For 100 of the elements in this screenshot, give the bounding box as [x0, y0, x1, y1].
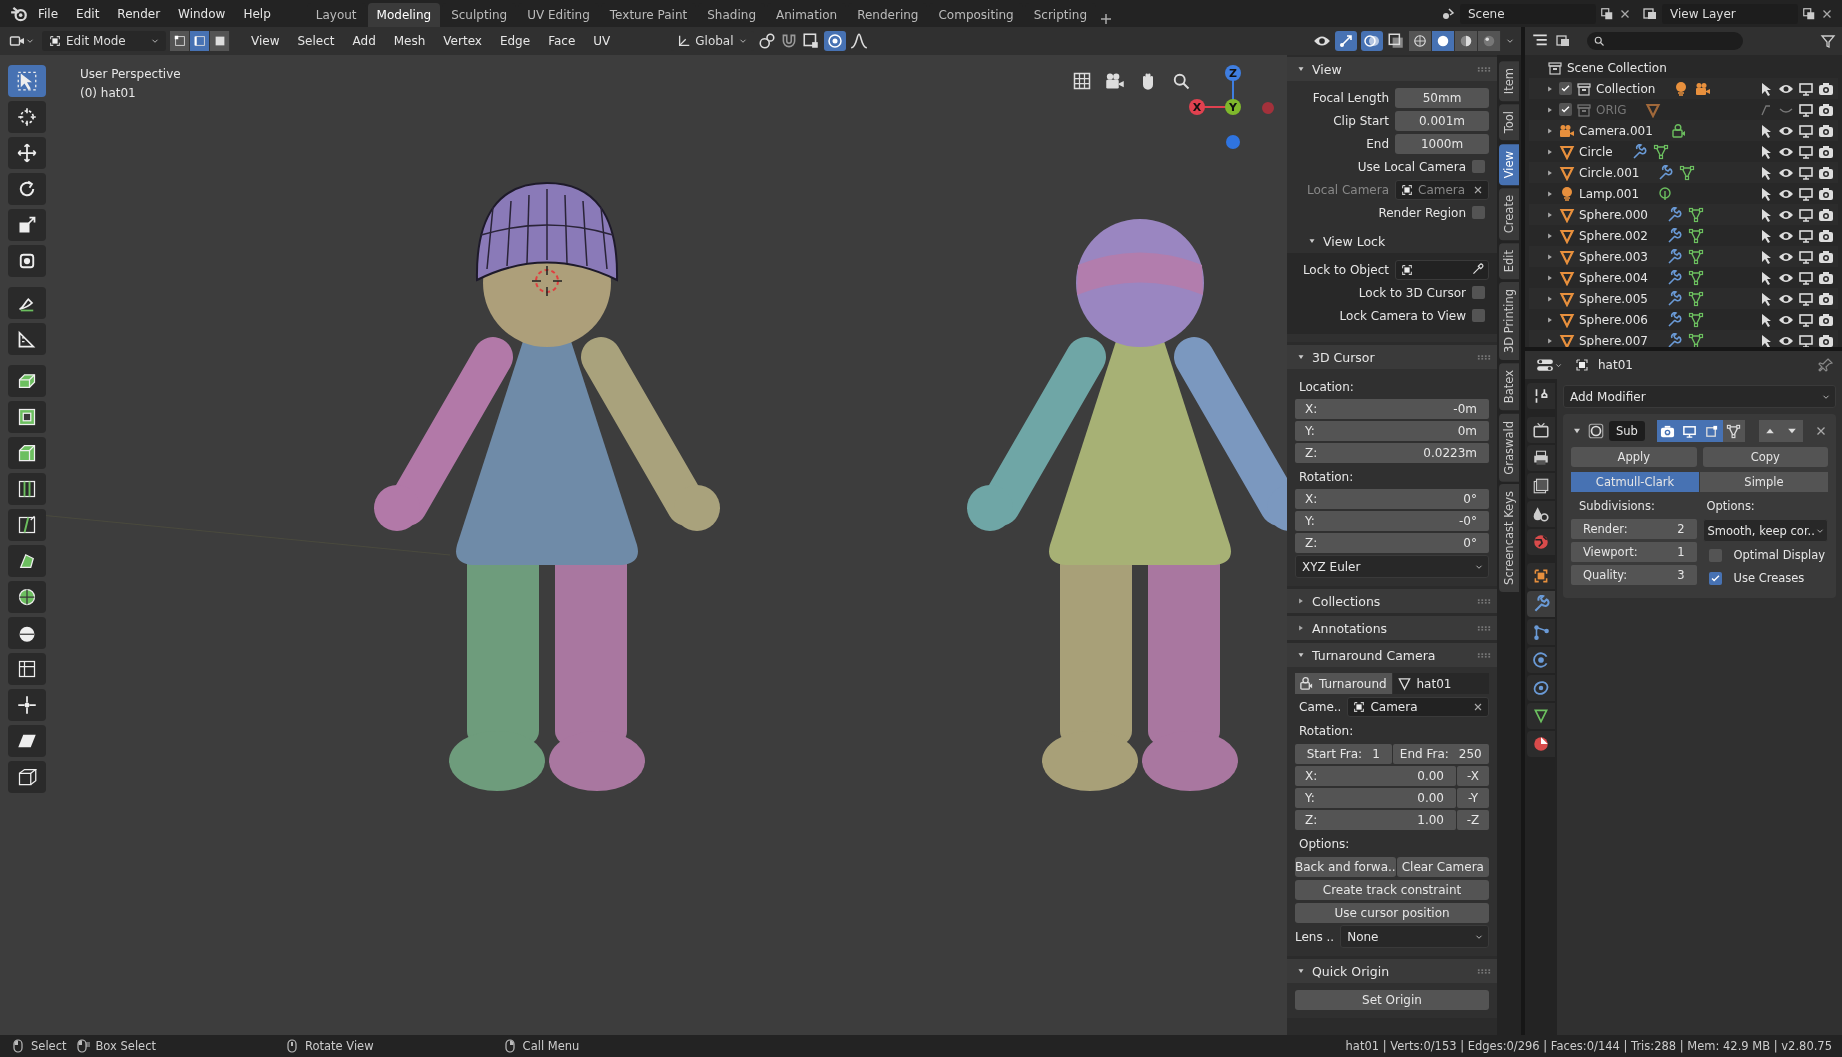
segment-tab[interactable]: Catmull-Clark [1571, 472, 1699, 492]
button[interactable]: Use cursor position [1295, 902, 1489, 923]
dropdown[interactable]: Smooth, keep cor.. [1702, 519, 1828, 542]
number-field[interactable]: X: -0m [1295, 399, 1489, 419]
menu-item[interactable]: UV [586, 30, 618, 52]
datablock-tab[interactable]: hat01 [1392, 673, 1489, 694]
view-layer-field[interactable]: View Layer [1662, 3, 1798, 24]
dropdown[interactable]: XYZ Euler [1295, 555, 1489, 578]
button[interactable]: Clear Camera [1396, 856, 1489, 877]
tree-item-label[interactable]: Circle.001 [1579, 165, 1640, 180]
tree-item-label[interactable]: Collection [1596, 81, 1656, 96]
sidebar-tab[interactable]: Edit [1499, 243, 1519, 280]
menu-item[interactable]: Vertex [436, 30, 489, 52]
axis-handle[interactable]: Z [1225, 65, 1241, 81]
number-field[interactable]: Y: -0° [1295, 511, 1489, 531]
button[interactable]: Set Origin [1295, 989, 1489, 1010]
add-modifier-dropdown[interactable]: Add Modifier [1563, 385, 1836, 408]
tree-item-label[interactable]: Sphere.000 [1579, 207, 1648, 222]
viewport[interactable]: User Perspective (0) hat01 Z X Y [0, 55, 1287, 1035]
checkbox-label: Render Region [1377, 205, 1466, 220]
tree-item-label[interactable]: Sphere.007 [1579, 333, 1648, 347]
number-field[interactable]: End Fra: 250 [1392, 743, 1489, 764]
object-name-label: hat01 [1598, 358, 1633, 372]
number-field[interactable]: Start Fra: 1 [1295, 743, 1392, 764]
panel-header[interactable]: View [1287, 57, 1497, 81]
hint-label: Call Menu [522, 1039, 580, 1053]
menu-item[interactable]: Edit [68, 3, 108, 24]
negate-button[interactable]: -X [1457, 766, 1489, 786]
field-label: Lock to Object [1301, 262, 1389, 277]
sidebar-tab[interactable]: View [1499, 143, 1519, 185]
panel-header[interactable]: 3D Cursor [1287, 345, 1497, 369]
tree-item-label[interactable]: Circle [1579, 144, 1613, 159]
field-label: Clip Start [1332, 113, 1389, 128]
number-field[interactable]: 1000m [1395, 133, 1489, 154]
menu-item[interactable]: Add [345, 30, 383, 52]
menu-item[interactable]: Help [235, 3, 279, 24]
segment-tab[interactable]: Simple [1700, 472, 1828, 492]
sidebar-tab[interactable]: Batex [1499, 363, 1519, 411]
axis-handle[interactable]: Y [1225, 99, 1241, 115]
copy-button[interactable]: Copy [1702, 447, 1828, 467]
scene-field[interactable]: Scene [1460, 3, 1596, 24]
sidebar-tab[interactable]: Item [1499, 61, 1519, 102]
button[interactable]: Create track constraint [1295, 879, 1489, 900]
menu-item[interactable]: Window [170, 3, 234, 24]
section-label: Subdivisions: [1578, 498, 1656, 515]
number-field[interactable]: Y: 0.00 [1295, 788, 1456, 808]
number-field[interactable]: Quality: 3 [1571, 565, 1697, 585]
axis-handle[interactable]: X [1189, 99, 1205, 115]
sidebar-tab[interactable]: 3D Printing [1499, 282, 1519, 361]
negate-button[interactable]: -Y [1457, 788, 1489, 808]
sidebar-tab[interactable]: Screencast Keys [1499, 484, 1519, 593]
number-field[interactable]: X: 0.00 [1295, 766, 1456, 786]
tree-item-label[interactable]: Sphere.005 [1579, 291, 1648, 306]
apply-button[interactable]: Apply [1571, 447, 1697, 467]
tree-item-label[interactable]: Sphere.003 [1579, 249, 1648, 264]
tree-item-label[interactable]: Sphere.004 [1579, 270, 1648, 285]
menu-item[interactable]: Select [290, 30, 342, 52]
menu-item[interactable]: Mesh [386, 30, 433, 52]
section-label: Rotation: [1298, 469, 1354, 486]
modifier-name-field[interactable]: Sub [1609, 421, 1645, 441]
number-field[interactable]: 50mm [1395, 87, 1489, 108]
panel-header[interactable]: Annotations [1287, 616, 1497, 640]
checkbox-label: Lock Camera to View [1338, 308, 1466, 323]
hint-label: Rotate View [305, 1039, 374, 1053]
tree-item-label[interactable]: Scene Collection [1567, 60, 1667, 75]
datablock-tab[interactable]: Turnaround [1295, 673, 1392, 694]
tree-item-label[interactable]: Sphere.006 [1579, 312, 1648, 327]
scene-statistics: hat01 | Verts:0/153 | Edges:0/296 | Faces:0/144 | Tris:288 | Mem: 42.9 MB | v2.80.75 [1345, 1039, 1832, 1053]
sidebar-tab[interactable]: Graswald [1499, 413, 1519, 482]
number-field[interactable]: Y: 0m [1295, 421, 1489, 441]
mode-dropdown[interactable]: Edit Mode [42, 31, 166, 51]
panel-header[interactable]: Turnaround Camera [1287, 643, 1497, 667]
workspace-tab[interactable]: Modeling [367, 3, 441, 27]
menu-item[interactable]: File [30, 3, 67, 24]
number-field[interactable]: Z: 0.0223m [1295, 443, 1489, 463]
hint-label: Select [31, 1039, 67, 1053]
tree-item-label[interactable]: Camera.001 [1579, 123, 1653, 138]
tree-item-label[interactable]: Lamp.001 [1579, 186, 1640, 201]
number-field[interactable]: Z: 0° [1295, 533, 1489, 553]
number-field[interactable]: Viewport: 1 [1571, 542, 1697, 562]
tree-item-label[interactable]: Sphere.002 [1579, 228, 1648, 243]
checkbox-label: Optimal Display [1733, 548, 1826, 562]
menu-item[interactable]: Render [109, 3, 169, 24]
object-field[interactable]: Camera [1347, 696, 1489, 717]
button[interactable]: Back and forwa.. [1295, 856, 1396, 877]
number-field[interactable]: Render: 2 [1571, 519, 1697, 539]
menu-item[interactable]: Face [541, 30, 583, 52]
panel-header[interactable]: Quick Origin [1287, 959, 1497, 983]
negate-button[interactable]: -Z [1457, 810, 1489, 830]
number-field[interactable]: X: 0° [1295, 489, 1489, 509]
menu-item[interactable]: View [244, 30, 287, 52]
dropdown[interactable]: None [1340, 925, 1489, 948]
number-field[interactable]: Z: 1.00 [1295, 810, 1456, 830]
sidebar-tab[interactable]: Create [1499, 187, 1519, 241]
panel-header[interactable]: Collections [1287, 589, 1497, 613]
number-field[interactable]: 0.001m [1395, 110, 1489, 131]
sidebar-tab[interactable]: Tool [1499, 104, 1519, 141]
menu-item[interactable]: Edge [492, 30, 538, 52]
object-info-label: (0) hat01 [80, 86, 136, 100]
checkbox-label: Use Creases [1733, 571, 1805, 585]
